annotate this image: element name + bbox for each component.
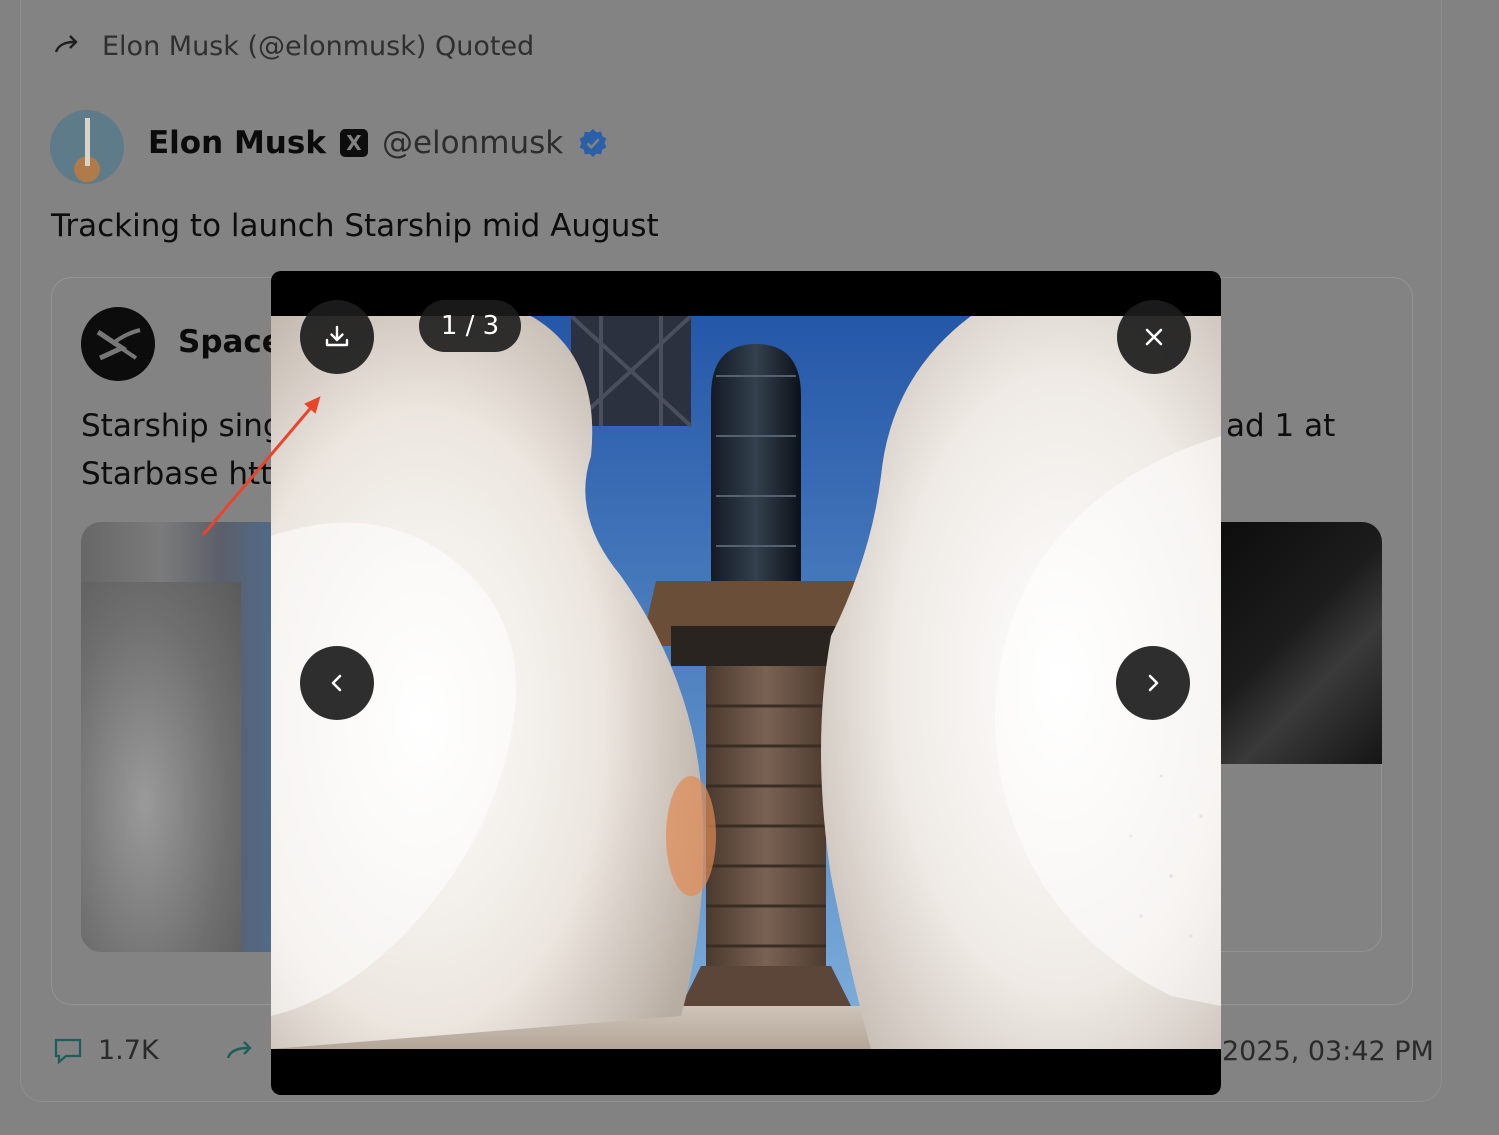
avatar[interactable]	[50, 110, 124, 184]
tweet-text: Tracking to launch Starship mid August	[51, 208, 659, 244]
quoted-media-thumbnail[interactable]	[81, 522, 281, 952]
previous-image-button[interactable]	[300, 646, 374, 720]
quoted-text-line2: Starbase http	[81, 456, 292, 492]
reply-count: 1.7K	[98, 1034, 159, 1066]
share-arrow-icon	[54, 35, 78, 53]
share-action[interactable]	[224, 1036, 258, 1070]
chevron-right-icon	[1148, 674, 1159, 692]
quoted-media-frame	[1220, 764, 1382, 952]
author-name[interactable]: Elon Musk	[148, 125, 326, 161]
reply-icon	[54, 1038, 82, 1065]
timestamp: 2025, 03:42 PM	[1222, 1036, 1434, 1067]
close-icon	[1145, 328, 1163, 346]
lightbox-image	[271, 316, 1221, 1049]
quoted-media-thumbnail-2[interactable]	[1220, 522, 1382, 764]
quoted-text-line1-end: ad 1 at	[1226, 408, 1336, 444]
x-badge-icon: X	[339, 129, 368, 157]
author-handle[interactable]: @elonmusk	[382, 125, 563, 161]
next-image-button[interactable]	[1116, 646, 1190, 720]
quoted-text-line1: Starship singl	[81, 408, 292, 444]
image-lightbox	[271, 271, 1221, 1095]
spacex-logo-icon	[96, 328, 141, 361]
author-row: Elon Musk X @elonmusk	[148, 125, 609, 161]
reply-action[interactable]: 1.7K	[52, 1034, 159, 1066]
download-button[interactable]	[300, 300, 374, 374]
spacex-avatar[interactable]	[81, 307, 155, 381]
download-icon	[325, 325, 349, 347]
chevron-left-icon	[331, 674, 342, 692]
verified-icon	[579, 129, 607, 157]
quoted-label: Elon Musk (@elonmusk) Quoted	[102, 30, 535, 62]
quoted-indicator: Elon Musk (@elonmusk) Quoted	[52, 30, 534, 62]
image-counter: 1 / 3	[419, 300, 521, 352]
share-icon	[226, 1041, 252, 1059]
close-button[interactable]	[1117, 300, 1191, 374]
